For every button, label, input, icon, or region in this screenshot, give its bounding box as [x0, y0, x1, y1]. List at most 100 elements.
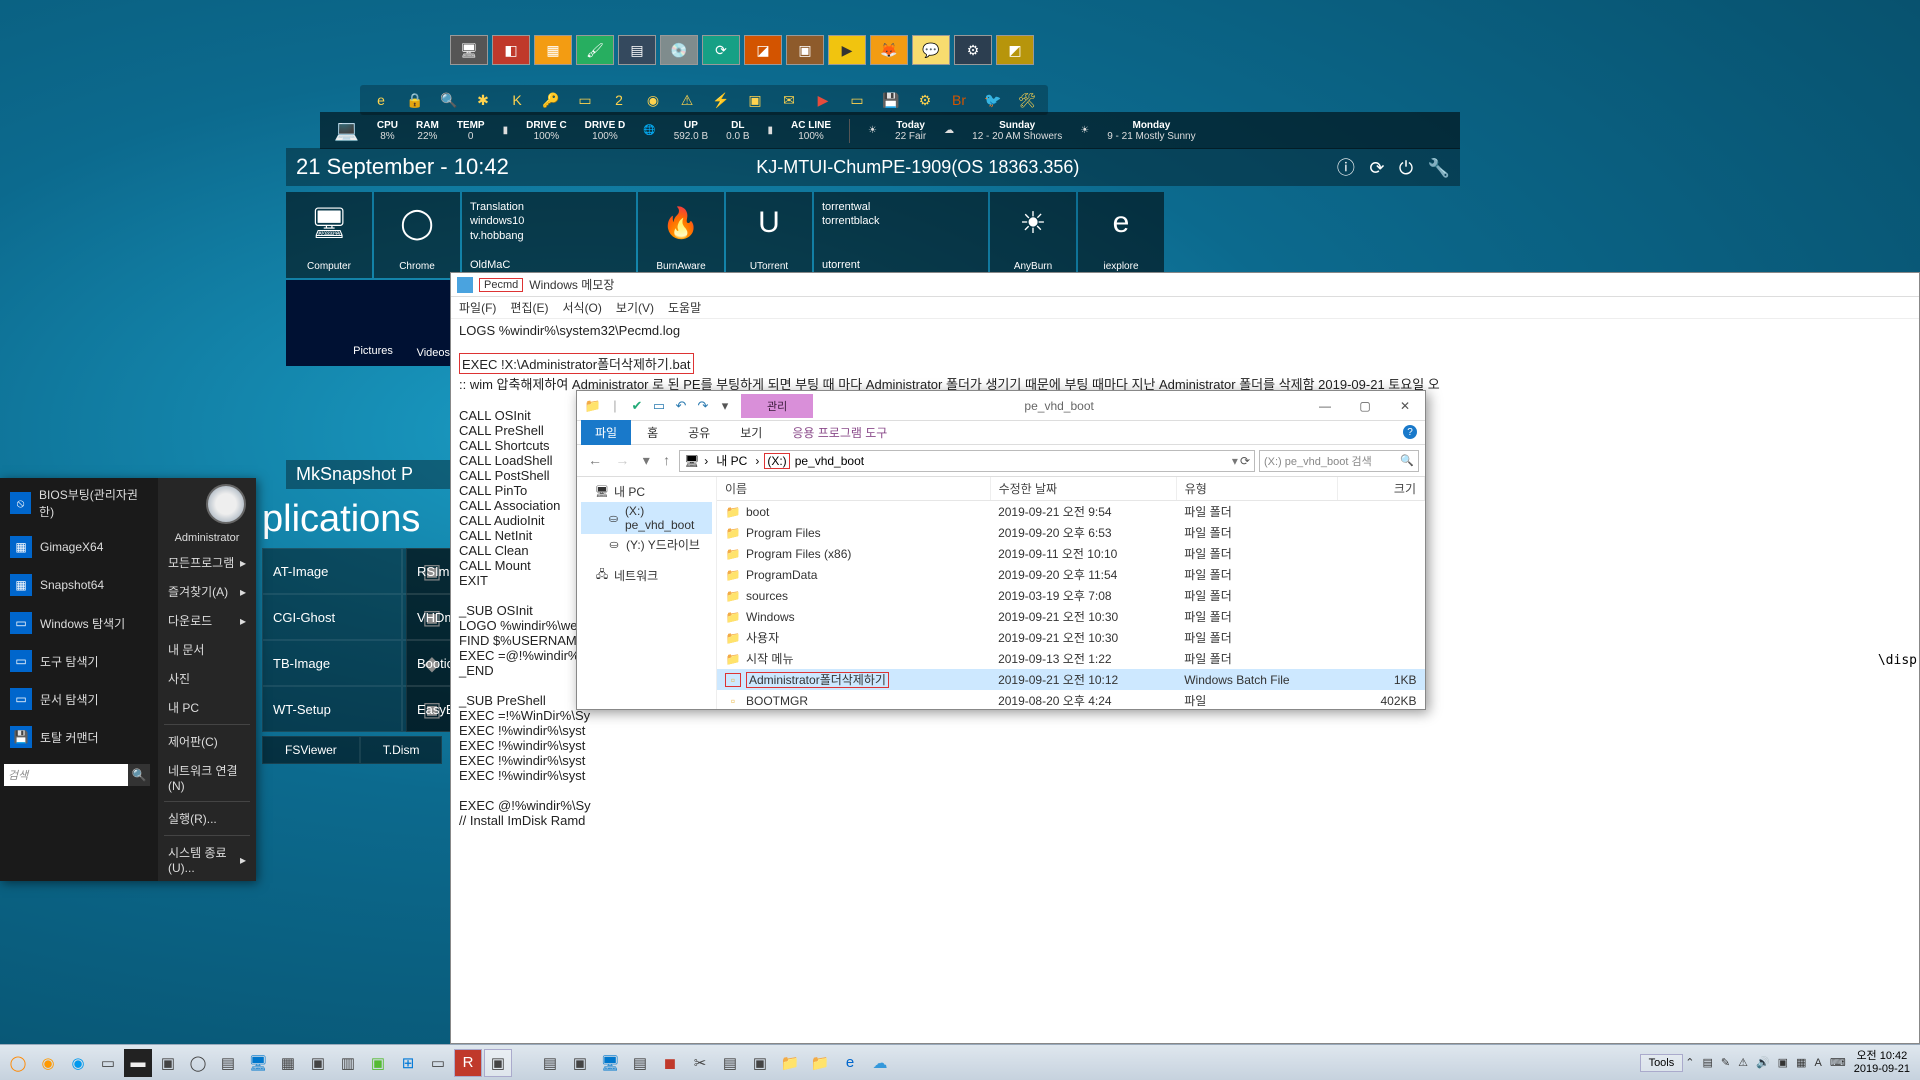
red-icon[interactable]: ▶ — [812, 89, 834, 111]
app-bootic[interactable]: Bootic — [406, 640, 456, 686]
info-icon[interactable]: ⓘ — [1337, 158, 1355, 178]
tb-icon[interactable]: ▣ — [566, 1049, 594, 1077]
menu-file[interactable]: 파일(F) — [459, 299, 496, 316]
tb-icon[interactable]: ▣ — [304, 1049, 332, 1077]
explorer-titlebar[interactable]: 📁 | ✔ ▭ ↶ ↷ ▾ 관리 pe_vhd_boot — ▢ ✕ — [577, 391, 1425, 421]
recent-dropdown[interactable]: ▾ — [638, 452, 655, 468]
tray-ime-icon[interactable]: A — [1814, 1057, 1821, 1069]
tb-app[interactable]: ▣ — [484, 1049, 512, 1077]
app-cgi-ghost[interactable]: CGI-Ghost — [262, 594, 402, 640]
start-right-item[interactable]: 즐겨찾기(A)▸ — [158, 577, 256, 606]
tile-burnaware[interactable]: 🔥BurnAware — [638, 192, 724, 278]
qat-dropdown[interactable]: ▾ — [717, 398, 733, 414]
app-rsima[interactable]: RSIma — [406, 548, 456, 594]
tile-computer[interactable]: 🖥Computer — [286, 192, 372, 278]
addr-dropdown-icon[interactable]: ▾ — [1232, 454, 1238, 468]
start-right-item[interactable]: 제어판(C) — [158, 727, 256, 756]
tree-drive-x[interactable]: ⛀(X:) pe_vhd_boot — [581, 502, 712, 534]
tb-icon[interactable]: ▦ — [274, 1049, 302, 1077]
search-box[interactable]: (X:) pe_vhd_boot 검색🔍 — [1259, 450, 1419, 472]
br-icon[interactable]: Br — [948, 89, 970, 111]
file-row[interactable]: 📁ProgramData2019-09-20 오후 11:54파일 폴더 — [717, 564, 1425, 585]
menu-edit[interactable]: 편집(E) — [510, 299, 548, 316]
col-name[interactable]: 이름 — [717, 477, 990, 501]
help-icon[interactable]: ? — [1403, 425, 1417, 439]
app-vhdm[interactable]: VHDm — [406, 594, 456, 640]
start-item[interactable]: ▦GimageX64 — [0, 528, 158, 566]
circle-icon[interactable]: ◉ — [642, 89, 664, 111]
qat-props[interactable]: ▭ — [651, 398, 667, 414]
bolt-icon[interactable]: ⚡ — [710, 89, 732, 111]
tb-app[interactable]: R — [454, 1049, 482, 1077]
close-button[interactable]: ✕ — [1385, 391, 1425, 421]
tab-fsviewer[interactable]: FSViewer — [262, 736, 360, 764]
tb-icon[interactable]: 🖥 — [244, 1049, 272, 1077]
start-search-button[interactable]: 🔍 — [128, 764, 150, 786]
tools-icon[interactable]: 🛠 — [1016, 89, 1038, 111]
ribbon-share[interactable]: 공유 — [674, 420, 724, 445]
cam-icon[interactable]: ▭ — [574, 89, 596, 111]
up-button[interactable]: ↑ — [658, 452, 675, 468]
tb-icon[interactable]: ▥ — [334, 1049, 362, 1077]
player-icon[interactable]: ▶ — [828, 35, 866, 65]
tile-oldmac[interactable]: Translation windows10 tv.hobbangOldMaC — [462, 192, 636, 278]
start-right-item[interactable]: 네트워크 연결(N) — [158, 756, 256, 799]
power-icon[interactable]: ⏻ — [1399, 158, 1413, 178]
tray-up-icon[interactable]: ⌃ — [1685, 1056, 1694, 1069]
tray-net-icon[interactable]: ⚠ — [1738, 1056, 1748, 1069]
file-row[interactable]: ▫Administrator폴더삭제하기2019-09-21 오전 10:12W… — [717, 669, 1425, 690]
firefox-icon[interactable]: 🦊 — [870, 35, 908, 65]
tb-icon[interactable]: ◯ — [184, 1049, 212, 1077]
taskbar-clock[interactable]: 오전 10:422019-09-21 — [1848, 1050, 1916, 1074]
key-icon[interactable]: 🔑 — [540, 89, 562, 111]
warn-icon[interactable]: ⚠ — [676, 89, 698, 111]
col-size[interactable]: 크기 — [1338, 477, 1425, 501]
tray-vol-icon[interactable]: 🔊 — [1756, 1056, 1770, 1069]
save-icon[interactable]: 💾 — [880, 89, 902, 111]
square-icon[interactable]: ◩ — [996, 35, 1034, 65]
tile-pictures[interactable]: PicturesVideos — [286, 280, 460, 366]
tb-cmd-icon[interactable]: ▬ — [124, 1049, 152, 1077]
mail-icon[interactable]: ✉ — [778, 89, 800, 111]
tb-icon[interactable]: ✂ — [686, 1049, 714, 1077]
menu-help[interactable]: 도움말 — [668, 299, 701, 316]
col-date[interactable]: 수정한 날짜 — [990, 477, 1176, 501]
tb-icon[interactable]: ▣ — [746, 1049, 774, 1077]
tray-icon[interactable]: ▦ — [1796, 1056, 1806, 1069]
k-icon[interactable]: K — [506, 89, 528, 111]
col-type[interactable]: 유형 — [1176, 477, 1337, 501]
gear-icon[interactable]: ⚙ — [954, 35, 992, 65]
search-icon[interactable]: 🔍 — [438, 89, 460, 111]
tb-cloud-icon[interactable]: ☁ — [866, 1049, 894, 1077]
tile-utorrent-links[interactable]: torrentwal torrentblackutorrent — [814, 192, 988, 278]
tb-icon[interactable]: ◉ — [34, 1049, 62, 1077]
grid-icon[interactable]: ▦ — [534, 35, 572, 65]
breadcrumb-pc[interactable]: 내 PC — [713, 452, 750, 469]
ribbon-home[interactable]: 홈 — [633, 420, 672, 445]
start-item[interactable]: ▭문서 탐색기 — [0, 680, 158, 718]
menu-view[interactable]: 보기(V) — [616, 299, 654, 316]
tile-iexplore[interactable]: eiexplore — [1078, 192, 1164, 278]
breadcrumb-drive[interactable]: (X:) — [764, 453, 789, 469]
file-row[interactable]: 📁Windows2019-09-21 오전 10:30파일 폴더 — [717, 606, 1425, 627]
tile-anyburn[interactable]: ☀AnyBurn — [990, 192, 1076, 278]
ie-icon[interactable]: e — [370, 89, 392, 111]
forward-button[interactable]: → — [610, 452, 634, 468]
start-item[interactable]: ▦Snapshot64 — [0, 566, 158, 604]
tree-network[interactable]: 🖧네트워크 — [581, 565, 712, 586]
start-button[interactable]: ◯ — [4, 1049, 32, 1077]
bug-icon[interactable]: ✱ — [472, 89, 494, 111]
qat-redo[interactable]: ↷ — [695, 398, 711, 414]
file-row[interactable]: 📁sources2019-03-19 오후 7:08파일 폴더 — [717, 585, 1425, 606]
file-row[interactable]: 📁Program Files (x86)2019-09-11 오전 10:10파… — [717, 543, 1425, 564]
tb-folder-icon[interactable]: 📁 — [806, 1049, 834, 1077]
talk-icon[interactable]: 💬 — [912, 35, 950, 65]
address-bar[interactable]: 🖥 › 내 PC › (X:) pe_vhd_boot ▾ ⟳ — [679, 450, 1255, 472]
brush-icon[interactable]: 🖌 — [576, 35, 614, 65]
start-right-item[interactable]: 시스템 종료(U)...▸ — [158, 838, 256, 881]
start-right-item[interactable]: 사진 — [158, 664, 256, 693]
two-icon[interactable]: 2 — [608, 89, 630, 111]
tray-icon[interactable]: ▤ — [1702, 1056, 1712, 1069]
tray-icon[interactable]: ▣ — [1778, 1056, 1788, 1069]
tb-icon[interactable]: ▤ — [214, 1049, 242, 1077]
